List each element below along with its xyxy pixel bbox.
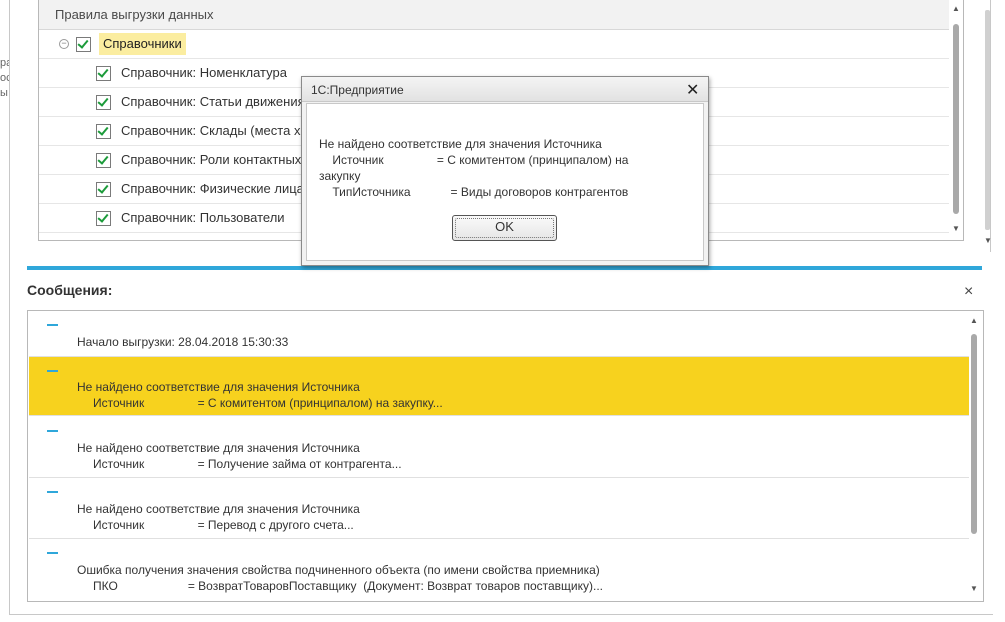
tree-group-row[interactable]: − Справочники [39,30,949,59]
collapse-icon[interactable]: − [59,39,69,49]
window-border-left [9,0,10,615]
group-checkbox[interactable] [76,37,91,52]
item-checkbox[interactable] [96,153,111,168]
scroll-thumb[interactable] [971,334,977,534]
window-border-bottom [9,614,993,615]
message-dash-icon [47,491,58,493]
scroll-down-arrow[interactable]: ▼ [970,584,978,593]
dialog-titlebar[interactable]: 1С:Предприятие ✕ [302,77,708,102]
item-checkbox[interactable] [96,240,111,241]
tree-header-label: Правила выгрузки данных [55,7,214,22]
dialog-message-line: Не найдено соответствие для значения Ист… [319,137,602,151]
message-item[interactable]: Начало выгрузки: 28.04.2018 15:30:33 [29,311,969,357]
dialog-title: 1С:Предприятие [311,83,404,97]
message-dash-icon [47,370,58,372]
tree-item-label: Справочник: Роли контактных [121,152,302,167]
tree-item-label: Справочник: Склады (места хр [121,123,308,138]
message-dash-icon [47,430,58,432]
message-text: Не найдено соответствие для значения Ист… [77,380,360,394]
scroll-up-arrow[interactable]: ▲ [970,316,978,325]
tree-header: Правила выгрузки данных [39,0,949,30]
scroll-thumb[interactable] [953,24,959,214]
message-text: Не найдено соответствие для значения Ист… [77,502,360,516]
message-item[interactable]: Ошибка получения значения свойства подчи… [29,539,969,600]
outer-scroll-thumb[interactable] [985,10,990,230]
window-border-right [990,0,991,252]
message-dash-icon [47,552,58,554]
messages-close-icon[interactable]: × [964,283,973,301]
item-checkbox[interactable] [96,182,111,197]
message-text: Начало выгрузки: 28.04.2018 15:30:33 [77,335,289,349]
tree-item-label: Справочник: Физические лица [121,181,304,196]
tree-group-label: Справочники [99,33,186,55]
item-checkbox[interactable] [96,66,111,81]
focus-ring [455,218,554,238]
message-detail: Источник = Получение займа от контрагент… [93,457,402,471]
messages-scrollbar[interactable]: ▲ ▼ [968,312,980,598]
dialog-message-line: ТипИсточника = Виды договоров контрагент… [319,185,629,199]
message-detail: Источник = С комитентом (принципалом) на… [93,396,443,410]
item-checkbox[interactable] [96,124,111,139]
message-item[interactable]: Не найдено соответствие для значения Ист… [29,417,969,478]
message-detail: Источник = Перевод с другого счета... [93,518,354,532]
item-checkbox[interactable] [96,95,111,110]
dialog-body: Не найдено соответствие для значения Ист… [306,103,704,261]
scroll-down-arrow[interactable]: ▼ [952,224,960,233]
message-detail: ПКО = ВозвратТоваровПоставщику (Документ… [93,579,603,593]
messages-title: Сообщения: [27,282,113,298]
panel-splitter[interactable] [27,266,982,270]
message-item-selected[interactable]: Не найдено соответствие для значения Ист… [29,357,969,416]
scroll-up-arrow[interactable]: ▲ [952,4,960,13]
tree-item-label: Справочник: Пользователи [121,210,285,225]
message-item[interactable]: Не найдено соответствие для значения Ист… [29,478,969,539]
message-text: Не найдено соответствие для значения Ист… [77,441,360,455]
tree-scrollbar[interactable]: ▲ ▼ [950,0,962,240]
alert-dialog[interactable]: 1С:Предприятие ✕ Не найдено соответствие… [301,76,709,266]
messages-panel[interactable]: Начало выгрузки: 28.04.2018 15:30:33 Не … [27,310,984,602]
item-checkbox[interactable] [96,211,111,226]
message-dash-icon [47,324,58,326]
message-text: Ошибка получения значения свойства подчи… [77,563,600,577]
outer-scroll-down-arrow[interactable]: ▼ [984,236,992,245]
tree-item-label: Справочник: Номенклатура [121,65,287,80]
tree-item-label: Справочник: Статьи движения [121,94,305,109]
dialog-message-line: закупку [319,169,361,183]
dialog-close-icon[interactable]: ✕ [686,80,699,100]
ok-button[interactable]: OK [452,215,557,241]
dialog-message-line: Источник = С комитентом (принципалом) на [319,153,629,167]
